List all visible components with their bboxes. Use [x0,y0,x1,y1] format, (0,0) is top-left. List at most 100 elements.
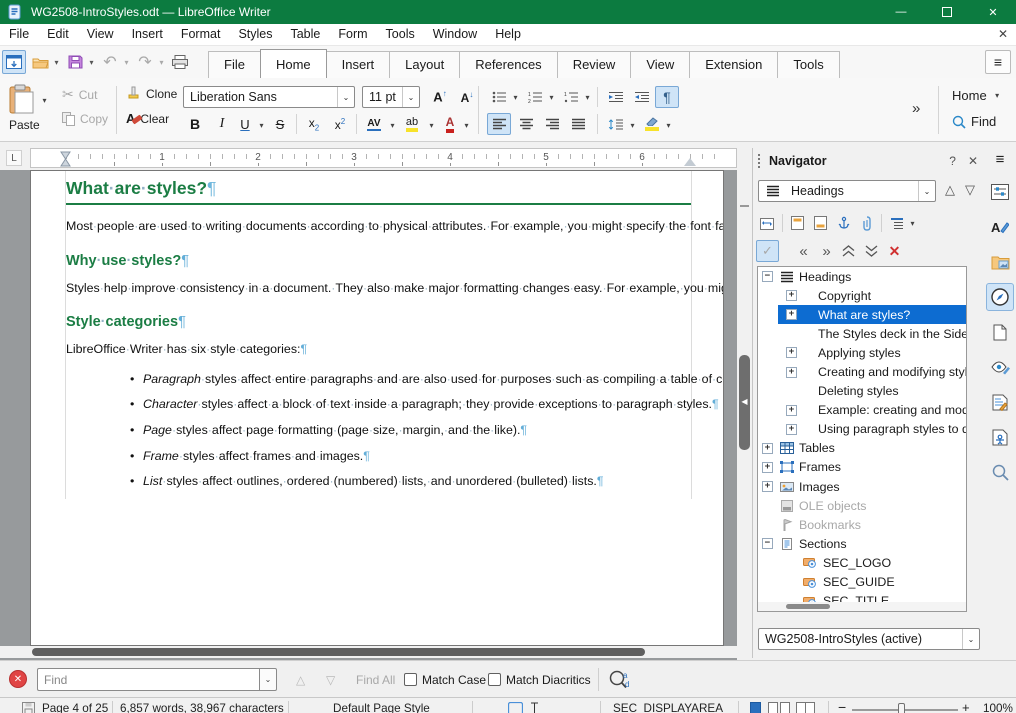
next-item-button[interactable]: ▽ [965,182,975,198]
close-button[interactable]: ✕ [970,0,1016,24]
sidebar-tab-accessibility-check[interactable] [986,423,1014,451]
tree-scrollbar-thumb[interactable] [786,604,830,609]
menu-view[interactable]: View [78,24,123,45]
paste-button[interactable] [9,84,35,114]
nav-item-tables[interactable]: +Tables [758,439,966,458]
copy-button[interactable]: Copy [62,112,108,126]
delete-button[interactable]: ✕ [883,240,906,262]
highlight-color-button[interactable]: ab [400,113,424,135]
header-button[interactable] [786,212,809,234]
tab-layout[interactable]: Layout [389,51,460,78]
save-dropdown[interactable]: ▾ [87,58,96,67]
increase-indent-button[interactable] [604,86,628,108]
home-menu-button[interactable]: Home▾ [952,88,1002,103]
character-spacing-dropdown[interactable]: ▾ [388,121,397,130]
nav-item-creating-and-modifying-styl[interactable]: +Creating and modifying styl [758,362,966,381]
multi-page-view-button[interactable] [768,702,790,713]
sidebar-tab-find[interactable] [986,458,1014,486]
indent-marker-right[interactable] [684,158,696,166]
tree-expander[interactable]: − [762,538,773,549]
promote-level-button[interactable]: « [791,240,814,262]
tree-expander[interactable]: + [762,481,773,492]
font-size-dropdown[interactable]: ⌄ [402,87,419,107]
nav-item-applying-styles[interactable]: +Applying styles [758,343,966,362]
panel-help-button[interactable]: ? [949,154,956,168]
menu-format[interactable]: Format [172,24,230,45]
list-box-toggle[interactable]: ✓ [756,240,779,262]
find-next-button[interactable]: ▽ [326,673,335,687]
notebookbar-menu-button[interactable]: ≡ [985,50,1011,74]
scrollbar-split-handle[interactable] [740,205,749,207]
nav-item-what-are-styles[interactable]: +What are styles? [758,305,966,324]
footer-button[interactable] [809,212,832,234]
tree-expander[interactable]: + [786,309,797,320]
nav-item-copyright[interactable]: +Copyright [758,286,966,305]
tree-expander[interactable]: − [762,271,773,282]
font-name-combobox[interactable]: Liberation Sans ⌄ [183,86,355,108]
find-history-dropdown[interactable]: ⌄ [259,668,277,691]
redo-dropdown[interactable]: ▾ [157,58,166,67]
anchor-text-button[interactable] [832,212,855,234]
find-input[interactable] [37,668,259,691]
redo-button[interactable]: ↷ [133,50,157,74]
font-name-dropdown[interactable]: ⌄ [337,87,354,107]
nav-item-the-styles-deck-in-the-sideb[interactable]: The Styles deck in the Sideb [758,324,966,343]
zoom-out-button[interactable]: − [838,699,846,713]
underline-button[interactable]: U [233,113,257,135]
move-chapter-down-button[interactable] [860,240,883,262]
menu-edit[interactable]: Edit [38,24,78,45]
find-all-button[interactable]: Find All [356,673,395,687]
tab-stop-type-selector[interactable]: L [6,150,22,166]
navigate-by-combobox[interactable]: Headings ⌄ [758,180,936,202]
save-status-icon[interactable] [22,702,35,713]
zoom-percent[interactable]: 100% [983,702,1013,713]
minimize-button[interactable]: — [878,0,924,24]
sidebar-collapse-arrow[interactable]: ◀ [739,388,750,414]
menu-file[interactable]: File [0,24,38,45]
nav-item-example-creating-and-mod[interactable]: +Example: creating and mod [758,401,966,420]
bullet-list-button[interactable] [487,86,511,108]
tab-view[interactable]: View [630,51,690,78]
clear-formatting-button[interactable]: A Clear [126,111,169,126]
nav-item-frames[interactable]: +Frames [758,458,966,477]
demote-level-button[interactable]: » [814,240,837,262]
line-spacing-dropdown[interactable]: ▾ [628,121,637,130]
tab-home[interactable]: Home [260,49,327,78]
indent-marker-left[interactable] [60,151,71,167]
nav-item-sec-guide[interactable]: SEC_GUIDE [758,573,966,592]
navigate-by-dropdown[interactable]: ⌄ [918,181,935,201]
document-paragraph[interactable]: LibreOffice·Writer·has·six·style·categor… [66,341,691,358]
nav-item-ole-objects[interactable]: OLE objects [758,496,966,515]
paste-dropdown[interactable]: ▾ [40,96,49,105]
book-view-button[interactable] [796,702,816,713]
decrease-indent-button[interactable] [630,86,654,108]
tab-insert[interactable]: Insert [326,51,391,78]
toolbar-overflow-button[interactable]: » [912,100,918,117]
single-page-view-button[interactable] [750,702,761,713]
tree-expander[interactable]: + [786,405,797,416]
nav-item-headings[interactable]: −Headings [758,267,966,286]
subscript-button[interactable]: x2 [302,113,326,135]
tree-expander[interactable]: + [786,424,797,435]
nav-item-sec-logo[interactable]: SEC_LOGO [758,553,966,572]
document-list-item[interactable]: •Page·styles·affect·page·formatting·(pag… [66,422,691,439]
nav-item-sections[interactable]: −Sections [758,534,966,553]
align-left-button[interactable] [487,113,511,135]
save-button[interactable] [63,50,87,74]
document-list-item[interactable]: •Paragraph·styles·affect·entire·paragrap… [66,371,691,388]
nav-item-deleting-styles[interactable]: Deleting styles [758,382,966,401]
document-paragraph[interactable]: Styles·help·improve·consistency·in·a·doc… [66,280,691,297]
font-color-button[interactable]: A [438,113,462,135]
vertical-scrollbar[interactable]: ◀ [737,170,752,660]
bold-button[interactable]: B [183,113,207,135]
tree-expander[interactable]: + [786,290,797,301]
menu-table[interactable]: Table [281,24,329,45]
find-close-button[interactable]: ✕ [9,670,27,688]
character-spacing-button[interactable]: AV [362,113,386,135]
clone-formatting-button[interactable]: Clone [126,86,177,101]
menu-help[interactable]: Help [486,24,530,45]
sidebar-tab-styles[interactable]: A [986,213,1014,241]
horizontal-scrollbar-thumb[interactable] [32,648,645,656]
sidebar-tab-manage-changes[interactable] [986,388,1014,416]
cut-button[interactable]: ✂Cut [62,86,97,103]
